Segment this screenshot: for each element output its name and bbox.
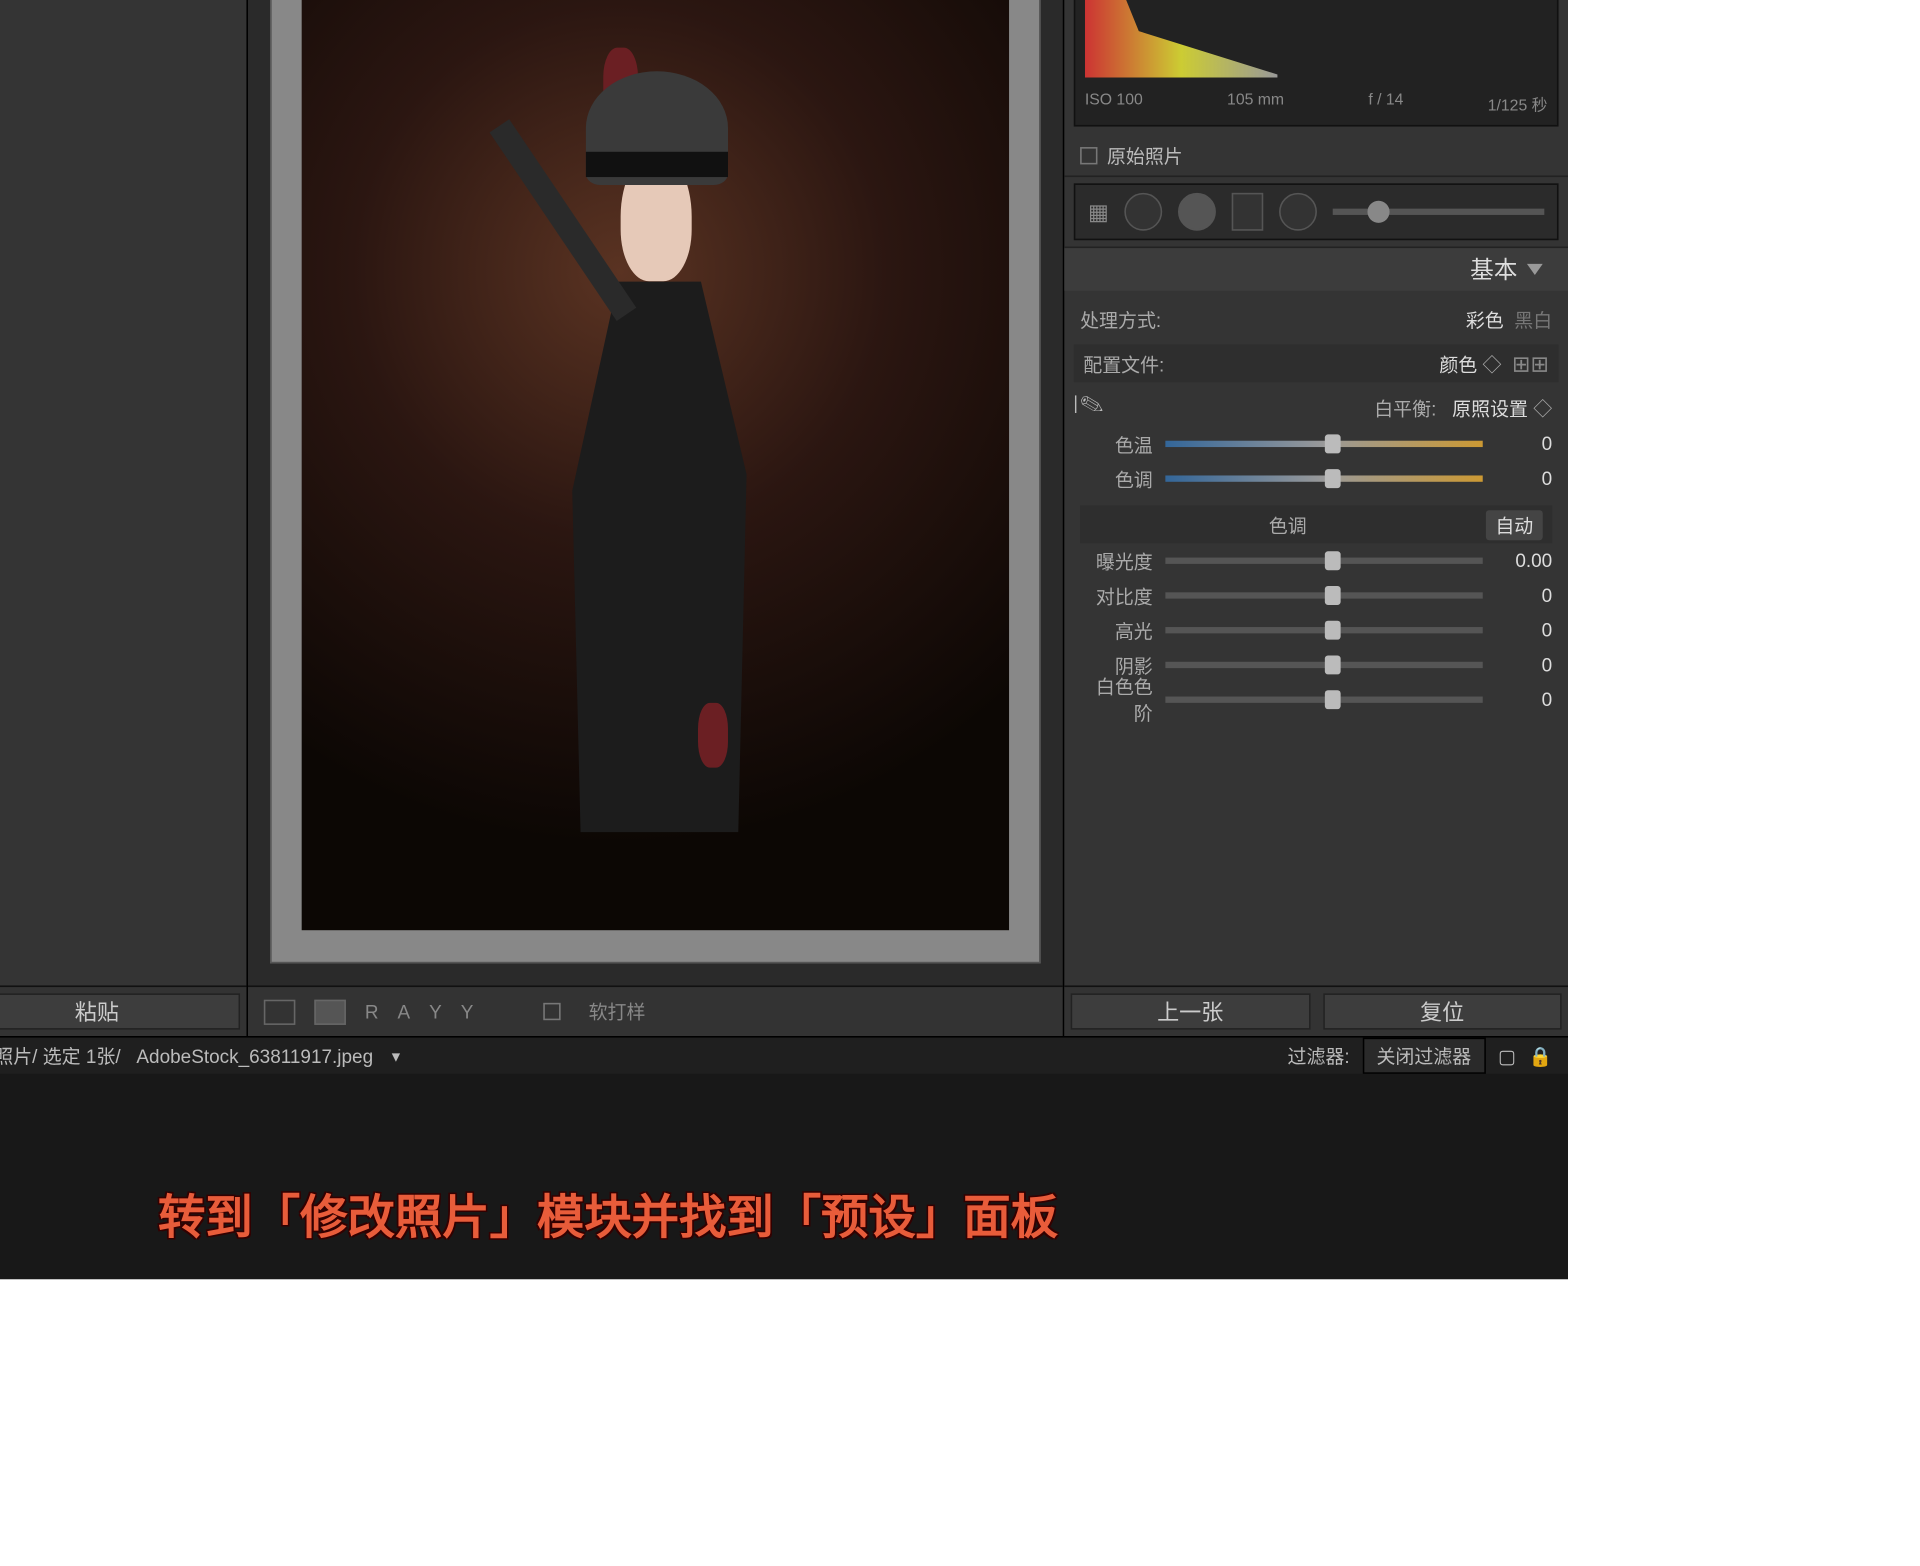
mask-slider[interactable] bbox=[1333, 209, 1544, 215]
profile-label: 配置文件: bbox=[1083, 350, 1164, 377]
preset-item[interactable]: 黑白 低对比度 bbox=[0, 247, 246, 285]
preset-item[interactable]: 黑白 风景 bbox=[0, 133, 246, 171]
profile-value[interactable]: 颜色 bbox=[1439, 353, 1477, 375]
original-photo-label: 原始照片 bbox=[1107, 142, 1183, 169]
preset-item[interactable]: 黑白 柔和 bbox=[0, 322, 246, 360]
toolbar: R A Y Y 软打样 bbox=[248, 985, 1063, 1036]
preset-group[interactable]: 暗角 bbox=[0, 581, 246, 619]
reset-button[interactable]: 复位 bbox=[1322, 993, 1561, 1029]
preset-item[interactable]: 黑白 高对比度 bbox=[0, 171, 246, 209]
preset-item[interactable]: 黑白 穿透 bbox=[0, 209, 246, 247]
preset-group[interactable]: 颗粒 bbox=[0, 657, 246, 695]
previous-button[interactable]: 上一张 bbox=[1071, 993, 1310, 1029]
slider-对比度[interactable]: 对比度0 bbox=[1080, 578, 1552, 613]
preset-item[interactable]: 黑白 拆分色调 bbox=[0, 474, 246, 512]
flag-y2[interactable]: Y bbox=[461, 1000, 474, 1022]
preset-group[interactable]: 光学 bbox=[0, 619, 246, 657]
filmstrip-bar: 1 2 ⊞ ◀ ▶ 上一次导入 1张照片/ 选定 1张/ AdobeStock_… bbox=[0, 1036, 1568, 1074]
wb-eyedropper-icon[interactable]: ⃒✎ bbox=[1080, 392, 1112, 424]
presets-list: 收藏夹颜色创意黑白黑白 风景黑白 高对比度黑白 穿透黑白 低对比度黑白 平滑黑白… bbox=[0, 0, 246, 777]
view-mode-before-after[interactable] bbox=[314, 999, 346, 1024]
slider-高光[interactable]: 高光0 bbox=[1080, 613, 1552, 648]
preset-group[interactable]: 曲线 bbox=[0, 695, 246, 733]
slider-色调[interactable]: 色调0 bbox=[1080, 461, 1552, 496]
basic-header[interactable]: 基本 bbox=[1064, 247, 1568, 291]
flag-a[interactable]: A bbox=[397, 1000, 410, 1022]
left-panel: 导航器 适合 100% 300% 预设 + 2 收藏夹颜色创意黑白黑白 风景黑白… bbox=[0, 0, 248, 1036]
loupe-view[interactable] bbox=[248, 0, 1063, 985]
slider-白色色阶[interactable]: 白色色阶0 bbox=[1080, 682, 1552, 717]
preset-group[interactable]: 创意 bbox=[0, 57, 246, 95]
filmstrip-info: 上一次导入 1张照片/ 选定 1张/ bbox=[0, 1042, 121, 1069]
grad-tool-icon[interactable] bbox=[1232, 193, 1264, 231]
histo-shutter: 1/125 秒 bbox=[1488, 92, 1548, 116]
filter-select[interactable]: 关闭过滤器 bbox=[1362, 1038, 1485, 1074]
preset-group[interactable]: 锐化 bbox=[0, 733, 246, 771]
paste-button[interactable]: 粘贴 bbox=[0, 993, 240, 1029]
profile-browser-icon[interactable]: ⊞⊞ bbox=[1512, 350, 1549, 375]
treatment-color[interactable]: 彩色 bbox=[1466, 309, 1504, 331]
view-mode-loupe[interactable] bbox=[264, 999, 296, 1024]
wb-value[interactable]: 原照设置 bbox=[1452, 397, 1528, 419]
original-photo-checkbox[interactable] bbox=[1080, 147, 1097, 164]
filter-lock-icon[interactable]: 🔒 bbox=[1529, 1045, 1553, 1067]
spot-tool-icon[interactable] bbox=[1125, 193, 1163, 231]
filmstrip-file[interactable]: AdobeStock_63811917.jpeg bbox=[136, 1045, 373, 1067]
flag-r[interactable]: R bbox=[365, 1000, 379, 1022]
main-photo bbox=[302, 0, 1008, 929]
soft-proof-checkbox[interactable] bbox=[543, 1003, 560, 1020]
flag-y1[interactable]: Y bbox=[429, 1000, 442, 1022]
crop-tool-icon[interactable]: ▦ bbox=[1088, 198, 1109, 225]
preset-group[interactable]: 黑白 bbox=[0, 95, 246, 133]
filmstrip[interactable]: 转到「修改照片」模块并找到「预设」面板 bbox=[0, 1074, 1568, 1279]
histogram[interactable]: ISO 100 105 mm f / 14 1/125 秒 bbox=[1074, 0, 1559, 127]
preset-group[interactable]: 颜色 bbox=[0, 19, 246, 57]
radial-tool-icon[interactable] bbox=[1279, 193, 1317, 231]
treatment-label: 处理方式: bbox=[1080, 306, 1161, 333]
histo-iso: ISO 100 bbox=[1085, 92, 1143, 116]
tone-heading: 色调 bbox=[1090, 511, 1486, 538]
preset-item[interactable]: 黑白 红外线 bbox=[0, 360, 246, 398]
preset-item[interactable]: 黑白 棕褐色调 bbox=[0, 436, 246, 474]
filter-label: 过滤器: bbox=[1287, 1042, 1349, 1069]
auto-tone-button[interactable]: 自动 bbox=[1486, 509, 1543, 539]
histo-focal: 105 mm bbox=[1227, 92, 1284, 116]
preset-item[interactable]: 黑白 硒色调 bbox=[0, 398, 246, 436]
tool-strip: ▦ bbox=[1074, 183, 1559, 240]
right-panel: 直方图 ISO 100 105 mm f / 14 1/125 秒 原始照片 ▦ bbox=[1063, 0, 1568, 1036]
preset-group[interactable]: 默认值 bbox=[0, 528, 246, 566]
slider-曝光度[interactable]: 曝光度0.00 bbox=[1080, 543, 1552, 578]
slider-色温[interactable]: 色温0 bbox=[1080, 427, 1552, 462]
filter-switch-icon[interactable]: ▢ bbox=[1498, 1045, 1516, 1067]
redeye-tool-icon[interactable] bbox=[1178, 193, 1216, 231]
preset-item[interactable]: 黑白 平滑 bbox=[0, 284, 246, 322]
treatment-bw[interactable]: 黑白 bbox=[1514, 309, 1552, 331]
instruction-text: 转到「修改照片」模块并找到「预设」面板 bbox=[158, 1178, 1058, 1247]
soft-proof-label: 软打样 bbox=[589, 998, 646, 1025]
histo-fstop: f / 14 bbox=[1368, 92, 1403, 116]
